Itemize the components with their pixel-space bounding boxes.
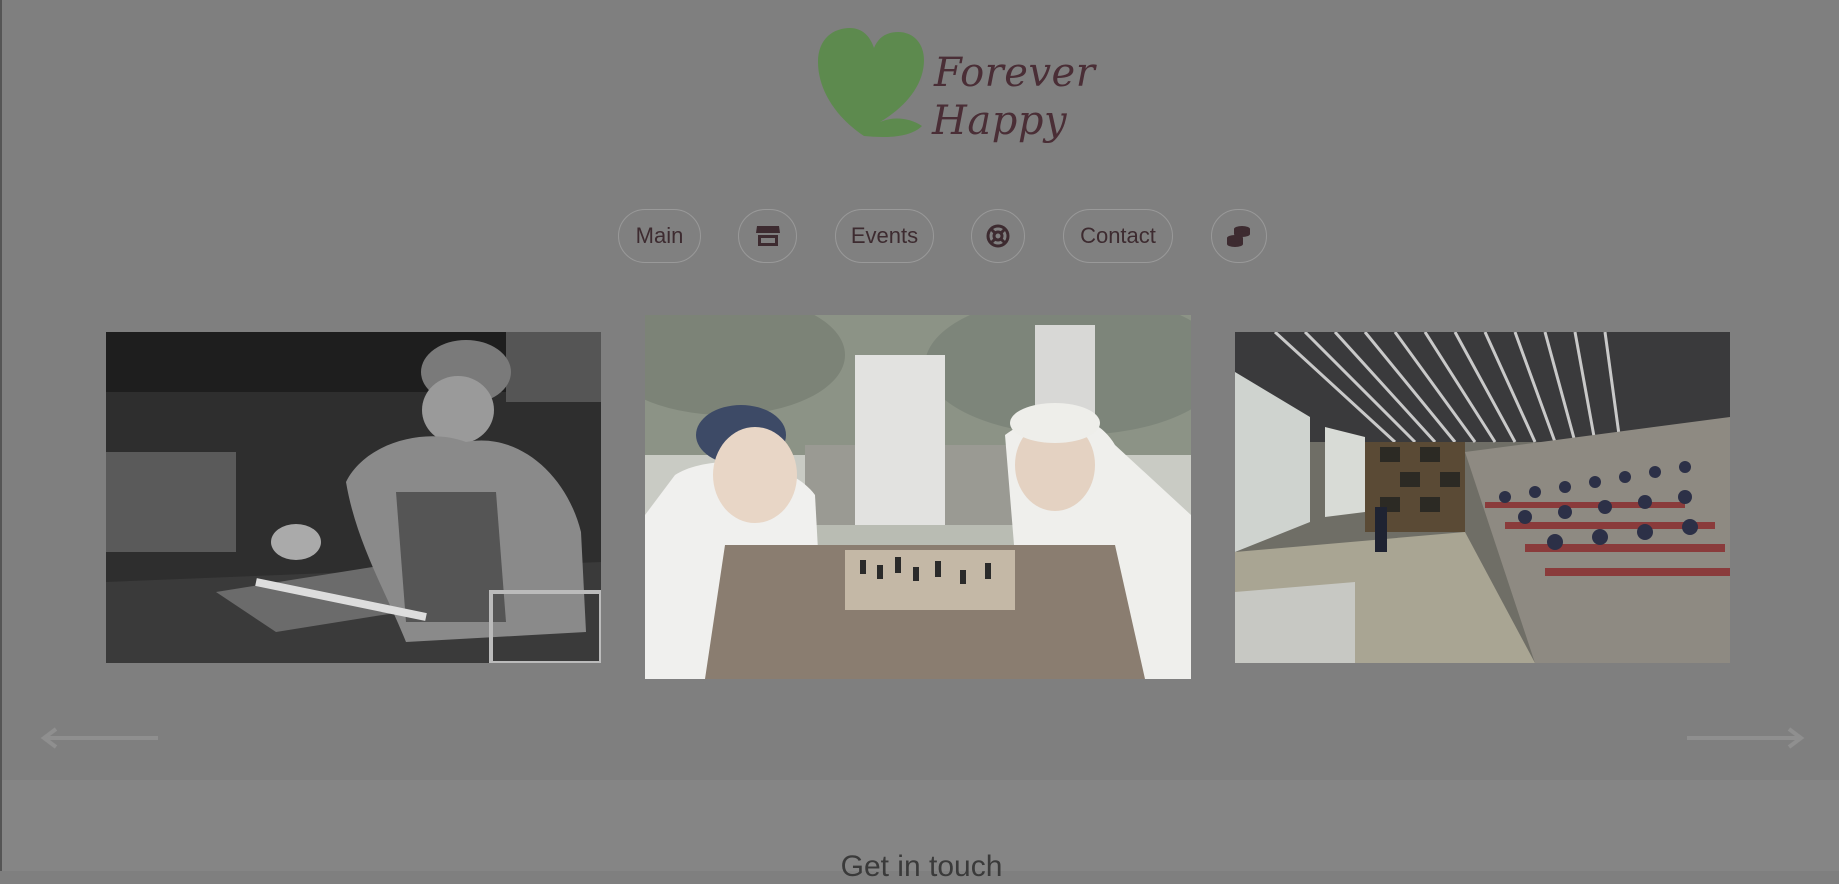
nav-main[interactable]: Main <box>618 209 701 263</box>
arrow-right-icon[interactable] <box>1685 727 1805 749</box>
arrow-left-icon[interactable] <box>40 727 160 749</box>
carousel-slide-1[interactable] <box>106 332 601 663</box>
worker-photo <box>106 332 601 663</box>
chess-players-photo <box>645 315 1191 679</box>
lecture-hall-photo <box>1235 332 1730 663</box>
brand-name-line1: Forever <box>934 50 1096 96</box>
nav-contact[interactable]: Contact <box>1063 209 1173 263</box>
coins-icon[interactable] <box>1211 209 1267 263</box>
heart-icon <box>818 28 924 137</box>
brand-name-line2: Happy <box>932 98 1068 144</box>
site-logo[interactable]: Forever Happy <box>814 22 1095 152</box>
lifebuoy-icon[interactable] <box>971 209 1025 263</box>
section-title: Get in touch <box>840 850 1003 883</box>
contact-section: Get in touch <box>2 780 1839 883</box>
main-nav: Main Events Contact <box>2 209 1839 265</box>
carousel-slide-3[interactable] <box>1235 332 1730 663</box>
nav-events[interactable]: Events <box>835 209 934 263</box>
carousel-slide-2[interactable] <box>645 315 1191 679</box>
store-icon[interactable] <box>738 209 797 263</box>
